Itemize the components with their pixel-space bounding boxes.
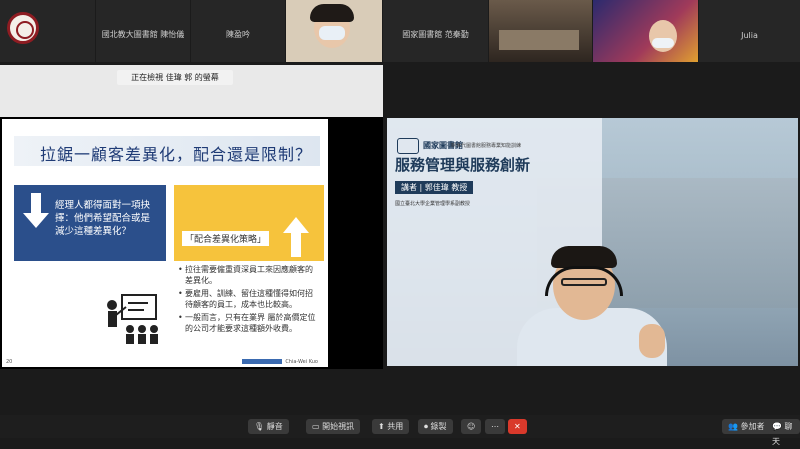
camera-icon: ▭ (312, 422, 320, 431)
slide-bullet: 拉往需要僱重資深員工來因應顧客的差異化。 (178, 264, 320, 286)
university-seal-logo (7, 12, 39, 44)
lecturer-affiliation: 國立臺北大學企業管理學系副教授 (395, 201, 471, 207)
record-button[interactable]: ⏺ 錄製 (418, 419, 453, 434)
presenter-illustration-icon (107, 294, 158, 344)
presentation-slide: 拉鋸一顧客差異化，配合還是限制？ 經理人都得面對一項抉擇：他們希望配合或是減少這… (2, 119, 328, 367)
close-icon: ✕ (514, 422, 521, 431)
chat-button[interactable]: 💬 聊天 (766, 419, 800, 446)
microphone-icon: 🎙 (254, 422, 265, 431)
presenter-hair (551, 246, 617, 268)
participant-name: 國北教大圖書館 陳怡儀 (101, 30, 185, 39)
more-icon: ⋯ (491, 422, 499, 431)
record-label: 錄製 (430, 422, 447, 431)
record-icon: ⏺ (424, 422, 428, 431)
presenter-hand (639, 324, 665, 358)
people-icon: 👥 (728, 422, 738, 431)
participant-tile-3[interactable]: 陳盈吟 (191, 0, 285, 62)
room-background-image (499, 30, 579, 50)
participant-tile-4[interactable] (286, 0, 382, 62)
video-button[interactable]: ▭ 開始視訊 (306, 419, 361, 434)
course-title: 服務管理與服務創新 (395, 156, 531, 174)
participants-button[interactable]: 👥 參加者 (722, 419, 771, 434)
emoji-icon: ☺ (467, 422, 476, 431)
slide-bullet-list: 拉往需要僱重資深員工來因應顧客的差異化。 要雇用、訓練、留住這種懂得如何招待顧客… (178, 264, 320, 336)
share-icon: ⬆ (378, 422, 385, 431)
participant-tile-7[interactable] (593, 0, 698, 62)
chat-icon: 💬 (772, 422, 782, 431)
down-arrow-icon (23, 193, 49, 228)
slide-footer-badge (242, 359, 282, 364)
organization-subtitle: 新世代圖書館服務專業知能訓練 (451, 143, 522, 149)
mute-button[interactable]: 🎙 靜音 (248, 419, 289, 434)
share-banner[interactable]: 正在檢視 佳瑋 郭 的螢幕 (117, 70, 233, 85)
meeting-toolbar: 🎙 靜音 ▭ 開始視訊 ⬆ 共用 ⏺ 錄製 ☺ ⋯ ✕ 👥 參加者 💬 聊天 (0, 415, 800, 446)
participant-mask (652, 38, 674, 48)
participant-tile-5[interactable]: 國家圖書館 范秦勤 (383, 0, 488, 62)
slide-left-text: 經理人都得面對一項抉擇：他們希望配合或是減少這種差異化？ (55, 200, 151, 237)
participant-tile-2[interactable]: 國北教大圖書館 陳怡儀 (96, 0, 190, 62)
video-label: 開始視訊 (322, 422, 355, 431)
slide-bullet: 一般而言，只有在業界 屬於高價定位的公司才能要求這種額外收費。 (178, 312, 320, 334)
end-call-button[interactable]: ✕ (508, 419, 527, 434)
participant-mask (319, 26, 345, 40)
library-logo-icon (397, 138, 419, 154)
slide-title: 拉鋸一顧客差異化，配合還是限制？ (40, 145, 313, 164)
mute-label: 靜音 (266, 422, 283, 431)
participant-name: 陳盈吟 (226, 30, 250, 39)
participant-tile-6[interactable] (489, 0, 592, 62)
share-label: 共用 (387, 422, 404, 431)
share-button[interactable]: ⬆ 共用 (372, 419, 410, 434)
slide-author: Chia-Wei Kuo (285, 359, 318, 365)
more-button[interactable]: ⋯ (485, 419, 505, 434)
slide-bullet: 要雇用、訓練、留住這種懂得如何招待顧客的員工，成本也比較高。 (178, 288, 320, 310)
participants-label: 參加者 (740, 422, 765, 431)
up-arrow-icon (283, 217, 309, 257)
participant-name: 國家圖書館 范秦勤 (402, 30, 469, 39)
presenter-glasses (561, 278, 607, 286)
participant-tile-1[interactable] (0, 0, 95, 62)
slide-page-number: 20 (6, 359, 13, 365)
participant-name: Julia (741, 31, 758, 40)
presenter-video[interactable]: 國家圖書館 新世代圖書館服務專業知能訓練 服務管理與服務創新 講者 | 郭佳瑋 … (387, 118, 798, 366)
lecturer-label: 講者 | 郭佳瑋 教授 (395, 181, 474, 194)
participant-hair (310, 4, 354, 22)
participant-tile-8[interactable]: Julia (699, 0, 800, 62)
slide-right-label: 「配合差異化策略」 (182, 231, 270, 246)
reactions-button[interactable]: ☺ (461, 419, 482, 434)
